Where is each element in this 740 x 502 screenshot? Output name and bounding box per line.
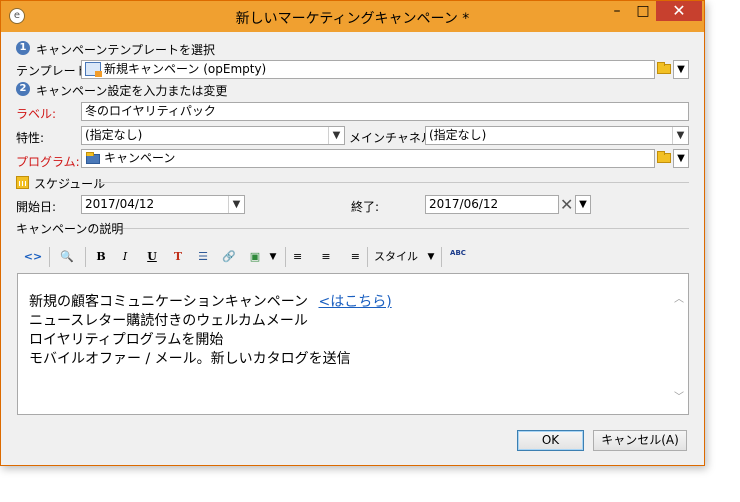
program-label: プログラム:	[16, 155, 80, 169]
italic-button[interactable]: I	[117, 249, 133, 265]
style-select[interactable]: スタイル	[374, 249, 422, 265]
image-dropdown-icon[interactable]: ▼	[267, 249, 279, 265]
cancel-button[interactable]: キャンセル(A)	[593, 430, 687, 451]
toolbar-separator	[49, 247, 50, 267]
nature-select[interactable]: (指定なし) ▼	[81, 126, 345, 145]
align-left-icon[interactable]: ≡	[293, 249, 309, 265]
step-1-badge: 1	[16, 41, 30, 55]
description-title: キャンペーンの説明	[16, 222, 124, 236]
chevron-down-icon: ▼	[672, 127, 688, 144]
template-dropdown-button[interactable]: ▼	[673, 60, 689, 79]
chevron-down-icon[interactable]: ▼	[425, 249, 437, 265]
end-date-input[interactable]: 2017/06/12	[425, 195, 559, 214]
template-value: 新規キャンペーン (opEmpty)	[104, 62, 267, 76]
text-color-icon[interactable]: T	[169, 249, 187, 265]
campaign-dialog: e 新しいマーケティングキャンペーン * – □ ✕ 1 キャンペーンテンプレー…	[0, 0, 705, 466]
end-date-dropdown-button[interactable]: ▼	[575, 195, 591, 214]
schedule-title: スケジュール	[34, 177, 106, 191]
description-line-2: ニュースレター購読付きのウェルカムメール	[29, 313, 308, 329]
start-date-label: 開始日:	[16, 200, 57, 214]
label-input[interactable]: 冬のロイヤリティパック	[81, 102, 689, 121]
toolbar-separator	[367, 247, 368, 267]
start-date-input[interactable]: 2017/04/12 ▼	[81, 195, 245, 214]
find-icon[interactable]: 🔍	[57, 249, 77, 265]
bold-button[interactable]: B	[93, 249, 109, 265]
source-icon[interactable]: <>	[23, 249, 43, 265]
folder-icon[interactable]	[657, 62, 671, 74]
toolbar-separator	[285, 247, 286, 267]
chevron-down-icon: ▼	[228, 196, 244, 213]
program-dropdown-button[interactable]: ▼	[673, 149, 689, 168]
start-date-value: 2017/04/12	[85, 197, 155, 211]
description-divider	[123, 228, 689, 229]
template-icon	[85, 62, 102, 77]
nature-label: 特性:	[16, 131, 45, 145]
underline-button[interactable]: U	[144, 249, 160, 265]
description-line-1-text: 新規の顧客コミュニケーションキャンペーン	[29, 294, 309, 310]
align-center-icon[interactable]: ≡	[318, 249, 334, 265]
description-link[interactable]: <はこちら)	[318, 294, 391, 310]
template-field[interactable]: 新規キャンペーン (opEmpty)	[81, 60, 655, 79]
ok-button[interactable]: OK	[517, 430, 584, 451]
scroll-down-icon[interactable]: ﹀	[674, 388, 684, 403]
toolbar-separator	[85, 247, 86, 267]
toolbar-separator	[441, 247, 442, 267]
channel-label: メインチャネル:	[349, 131, 437, 145]
minimize-button[interactable]: –	[604, 1, 630, 21]
description-line-1: 新規の顧客コミュニケーションキャンペーン <はこちら)	[29, 291, 392, 311]
program-field[interactable]: キャンペーン	[81, 149, 655, 168]
align-right-icon[interactable]: ≡	[344, 249, 360, 265]
clear-icon[interactable]: ✕	[560, 195, 573, 214]
spellcheck-icon[interactable]: ABC	[449, 249, 467, 265]
label-field-label: ラベル:	[16, 107, 57, 121]
channel-value: (指定なし)	[429, 128, 487, 142]
description-line-4: モバイルオファー / メール。新しいカタログを送信	[29, 351, 351, 367]
end-date-label: 終了:	[351, 200, 380, 214]
program-value: キャンペーン	[104, 151, 176, 165]
description-editor[interactable]: 新規の顧客コミュニケーションキャンペーン <はこちら) ニュースレター購読付きの…	[17, 273, 689, 415]
editor-toolbar: <> 🔍 B I U T ☰ 🔗 ▣ ▼ ≡ ≡ ≡ スタイル ▼ ABC	[17, 243, 688, 272]
schedule-divider	[97, 182, 689, 183]
nature-value: (指定なし)	[85, 128, 143, 142]
link-icon[interactable]: 🔗	[220, 249, 238, 265]
chevron-down-icon: ▼	[328, 127, 344, 144]
step-1-label: キャンペーンテンプレートを選択	[36, 43, 216, 57]
channel-select[interactable]: (指定なし) ▼	[425, 126, 689, 145]
program-icon	[86, 152, 100, 164]
bullet-list-icon[interactable]: ☰	[194, 249, 212, 265]
step-2-label: キャンペーン設定を入力または変更	[36, 84, 228, 98]
description-line-3: ロイヤリティプログラムを開始	[29, 332, 224, 348]
title-bar: e 新しいマーケティングキャンペーン * – □ ✕	[1, 1, 704, 32]
maximize-button[interactable]: □	[630, 1, 656, 21]
step-2-badge: 2	[16, 82, 30, 96]
window-title: 新しいマーケティングキャンペーン *	[235, 11, 470, 27]
folder-icon[interactable]	[657, 151, 671, 163]
close-button[interactable]: ✕	[656, 1, 702, 21]
calendar-icon	[16, 176, 29, 189]
scroll-up-icon[interactable]: ︿	[674, 290, 684, 305]
image-icon[interactable]: ▣	[246, 249, 264, 265]
